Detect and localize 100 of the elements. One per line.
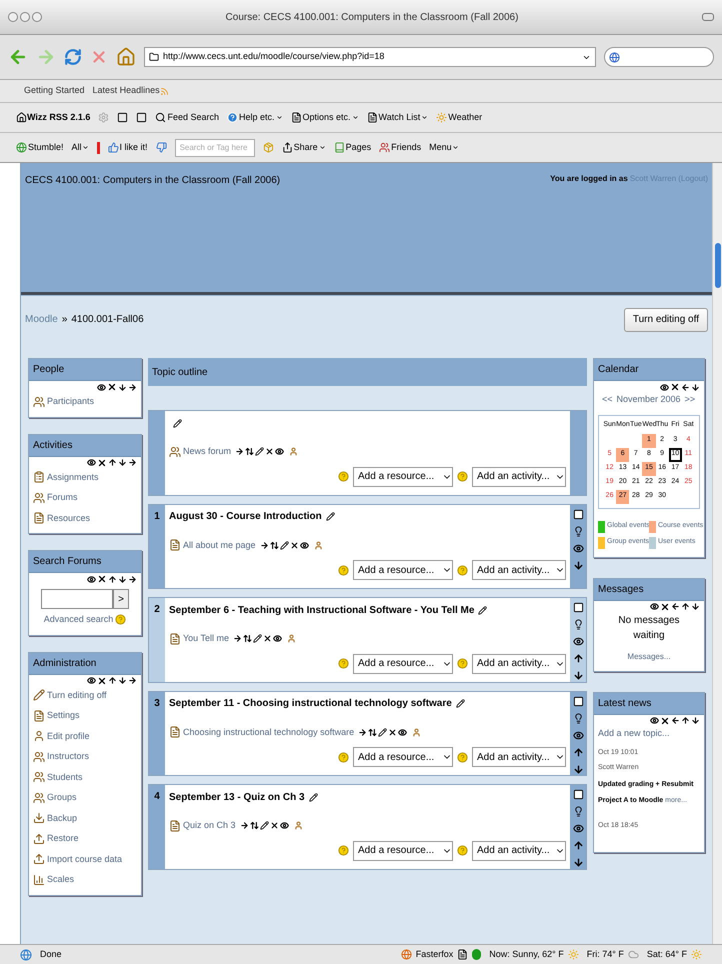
person-icon[interactable]: [287, 634, 296, 644]
bookmark-link[interactable]: Latest Headlines: [92, 84, 160, 98]
person-icon[interactable]: [412, 728, 422, 737]
left-arrow-icon[interactable]: [681, 382, 690, 392]
activity-link[interactable]: News forum: [183, 445, 232, 458]
eye-icon[interactable]: [572, 730, 584, 740]
right-arrow-icon[interactable]: [233, 634, 242, 644]
scrollbar[interactable]: [712, 163, 722, 944]
help-icon[interactable]: [457, 658, 468, 669]
select-field[interactable]: Add an activity...: [472, 654, 566, 674]
right-arrow-icon[interactable]: [358, 728, 368, 737]
dropdown-icon[interactable]: [318, 144, 326, 151]
close-icon[interactable]: [388, 728, 398, 737]
help-icon[interactable]: [457, 845, 468, 856]
search-field[interactable]: [604, 47, 714, 67]
alert-icon[interactable]: [96, 142, 100, 154]
up-down-arrow-icon[interactable]: [368, 728, 378, 737]
down-arrow-icon[interactable]: [118, 458, 127, 467]
block-link[interactable]: Groups: [47, 791, 77, 804]
pencil-icon[interactable]: [253, 634, 262, 644]
previous-month-link[interactable]: <<: [602, 393, 613, 406]
activity-link[interactable]: Choosing instructional technology software: [183, 726, 354, 739]
block-link[interactable]: Participants: [47, 395, 94, 408]
eye-icon[interactable]: [572, 823, 584, 834]
lightbulb-icon[interactable]: [572, 712, 584, 724]
select-field[interactable]: Add a resource...: [353, 560, 453, 580]
right-arrow-icon[interactable]: [240, 821, 249, 830]
square-icon[interactable]: [572, 508, 584, 520]
home-icon[interactable]: [116, 47, 136, 67]
down-arrow-icon[interactable]: [691, 602, 700, 611]
block-link[interactable]: Instructors: [47, 750, 90, 764]
pencil-icon[interactable]: [326, 512, 335, 521]
bookmark-link[interactable]: Getting Started: [24, 84, 85, 98]
eye-icon[interactable]: [398, 728, 408, 737]
block-link[interactable]: Edit profile: [47, 730, 90, 743]
select-field[interactable]: Add an activity...: [472, 466, 566, 486]
all-dropdown[interactable]: All: [72, 140, 82, 154]
pencil-icon[interactable]: [260, 821, 269, 830]
select-field[interactable]: Add an activity...: [472, 747, 566, 767]
eye-icon[interactable]: [275, 447, 284, 456]
right-arrow-icon[interactable]: [260, 540, 269, 550]
left-arrow-icon[interactable]: [671, 602, 680, 611]
block-link[interactable]: Scales: [47, 873, 74, 886]
left-arrow-icon[interactable]: [671, 716, 680, 725]
select-field[interactable]: Add a resource...: [353, 840, 453, 860]
toolbar-button[interactable]: Weather: [448, 110, 482, 124]
pencil-icon[interactable]: [255, 447, 264, 456]
close-icon[interactable]: [670, 382, 680, 392]
pencil-icon[interactable]: [456, 699, 465, 708]
help-icon[interactable]: [457, 752, 468, 762]
lightbulb-icon[interactable]: [572, 619, 584, 630]
select-field[interactable]: Add an activity...: [472, 560, 566, 580]
right-arrow-icon[interactable]: [128, 676, 137, 685]
help-icon[interactable]: [338, 564, 349, 576]
down-arrow-icon[interactable]: [572, 670, 584, 681]
eye-icon[interactable]: [300, 540, 309, 550]
eye-icon[interactable]: [87, 458, 96, 467]
select-field[interactable]: Add a resource...: [353, 466, 453, 486]
eye-icon[interactable]: [650, 716, 659, 725]
messages-link[interactable]: Messages...: [627, 650, 671, 662]
down-arrow-icon[interactable]: [118, 574, 127, 584]
stumble-button[interactable]: Stumble!: [28, 140, 64, 154]
dropdown-icon[interactable]: [452, 144, 459, 151]
close-icon[interactable]: [97, 676, 107, 686]
square-icon[interactable]: [572, 696, 584, 706]
down-arrow-icon[interactable]: [572, 764, 584, 774]
next-month-link[interactable]: >>: [684, 393, 696, 406]
up-arrow-icon[interactable]: [572, 746, 584, 758]
block-link[interactable]: Restore: [47, 832, 79, 846]
thumbs-down-icon[interactable]: [156, 142, 167, 153]
up-arrow-icon[interactable]: [572, 653, 584, 664]
toolbar-button[interactable]: Options etc.: [302, 110, 351, 124]
help-icon[interactable]: [338, 471, 349, 482]
help-icon[interactable]: [457, 471, 468, 482]
close-icon[interactable]: [265, 447, 274, 456]
activity-link[interactable]: All about me page: [183, 538, 256, 552]
close-icon[interactable]: [263, 634, 272, 644]
block-link[interactable]: Backup: [47, 812, 78, 825]
right-arrow-icon[interactable]: [128, 574, 137, 584]
select-field[interactable]: Add a resource...: [353, 747, 453, 767]
close-icon[interactable]: [290, 540, 299, 550]
up-arrow-icon[interactable]: [108, 458, 117, 467]
search-field[interactable]: [41, 589, 113, 609]
down-arrow-icon[interactable]: [572, 560, 584, 570]
block-link[interactable]: Assignments: [47, 470, 99, 484]
block-link[interactable]: Forums: [47, 491, 78, 504]
select-field[interactable]: Add an activity...: [472, 840, 566, 860]
up-down-arrow-icon[interactable]: [243, 634, 252, 644]
eye-icon[interactable]: [87, 574, 96, 584]
close-icon[interactable]: [660, 602, 670, 612]
square-icon[interactable]: [572, 602, 584, 613]
reload-icon[interactable]: [64, 48, 82, 66]
dropdown-icon[interactable]: [352, 114, 359, 121]
dropdown-icon[interactable]: [276, 114, 283, 121]
menu-button[interactable]: Menu: [429, 140, 452, 154]
close-icon[interactable]: [107, 382, 117, 392]
lightbulb-icon[interactable]: [572, 806, 584, 817]
up-arrow-icon[interactable]: [681, 716, 690, 725]
activity-link[interactable]: Quiz on Ch 3: [183, 819, 236, 832]
toolbar-button[interactable]: Feed Search: [167, 110, 219, 124]
